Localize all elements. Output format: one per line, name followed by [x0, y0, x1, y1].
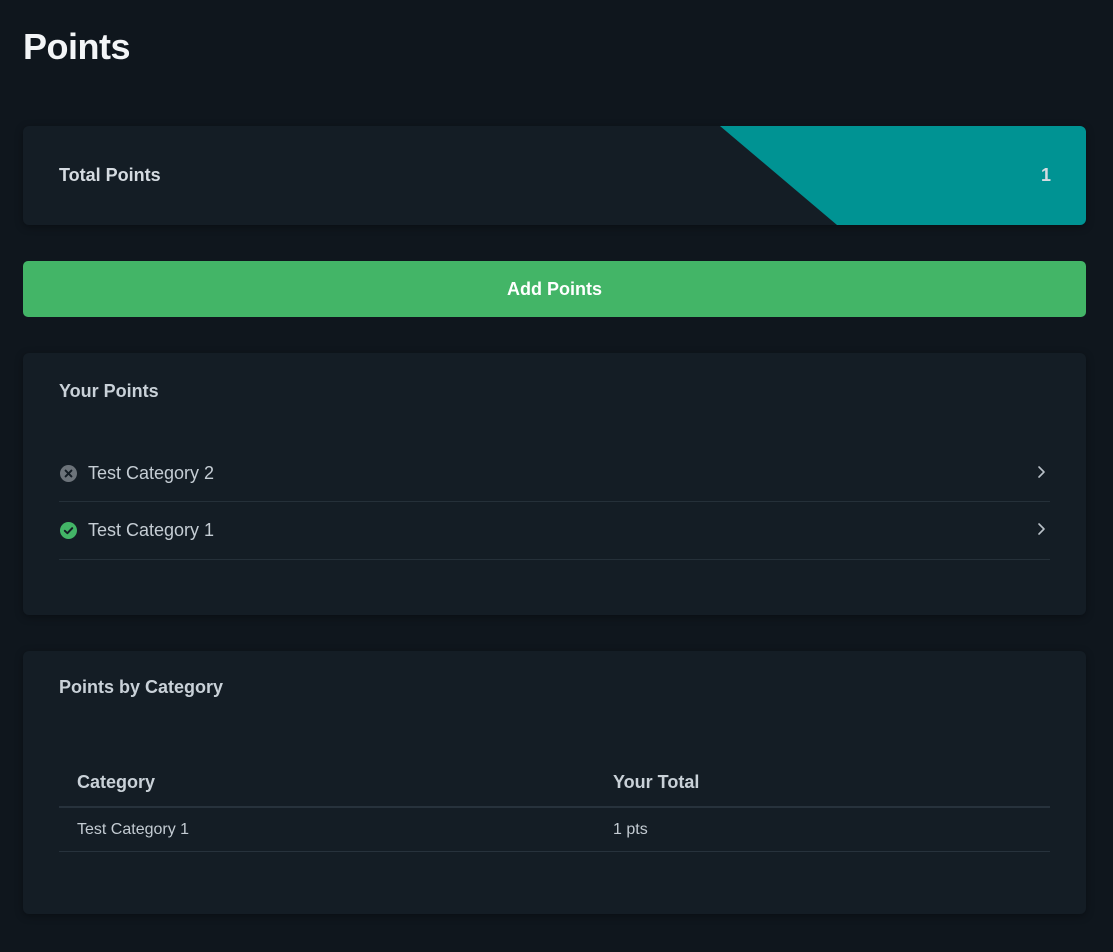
table-cell-category: Test Category 1: [59, 807, 595, 852]
page-title: Points: [23, 26, 131, 67]
chevron-right-icon: [1036, 521, 1046, 537]
check-circle-icon: [60, 522, 77, 539]
list-item-label: Test Category 1: [88, 520, 215, 540]
table-row: Test Category 1 1 pts: [59, 807, 1050, 852]
your-points-list: Test Category 2 Test Category 1: [59, 445, 1050, 560]
table-header-row: Category Your Total: [59, 759, 1050, 808]
chevron-right-icon: [1036, 464, 1046, 480]
list-item-test-category-2[interactable]: Test Category 2: [59, 445, 1050, 502]
column-header-your-total: Your Total: [595, 759, 1050, 808]
points-by-category-heading: Points by Category: [59, 677, 224, 697]
column-header-category: Category: [59, 759, 595, 808]
list-item-test-category-1[interactable]: Test Category 1: [59, 502, 1050, 560]
list-item-label: Test Category 2: [88, 463, 215, 483]
your-points-card: Your Points Test Category 2 Test Categor…: [23, 353, 1086, 615]
points-page: Points Total Points 1 Add Points Your Po…: [0, 0, 1113, 952]
table-cell-total: 1 pts: [595, 807, 1050, 852]
total-points-label: Total Points: [59, 165, 161, 185]
total-points-card: Total Points 1: [23, 126, 1086, 225]
total-points-value: 1: [1040, 165, 1051, 185]
category-table: Category Your Total Test Category 1 1 pt…: [59, 759, 1050, 852]
total-points-accent: [720, 126, 1086, 225]
points-by-category-card: Points by Category Category Your Total T…: [23, 651, 1086, 914]
your-points-heading: Your Points: [59, 381, 159, 401]
add-points-button[interactable]: Add Points: [23, 261, 1086, 317]
x-circle-icon: [60, 465, 77, 482]
